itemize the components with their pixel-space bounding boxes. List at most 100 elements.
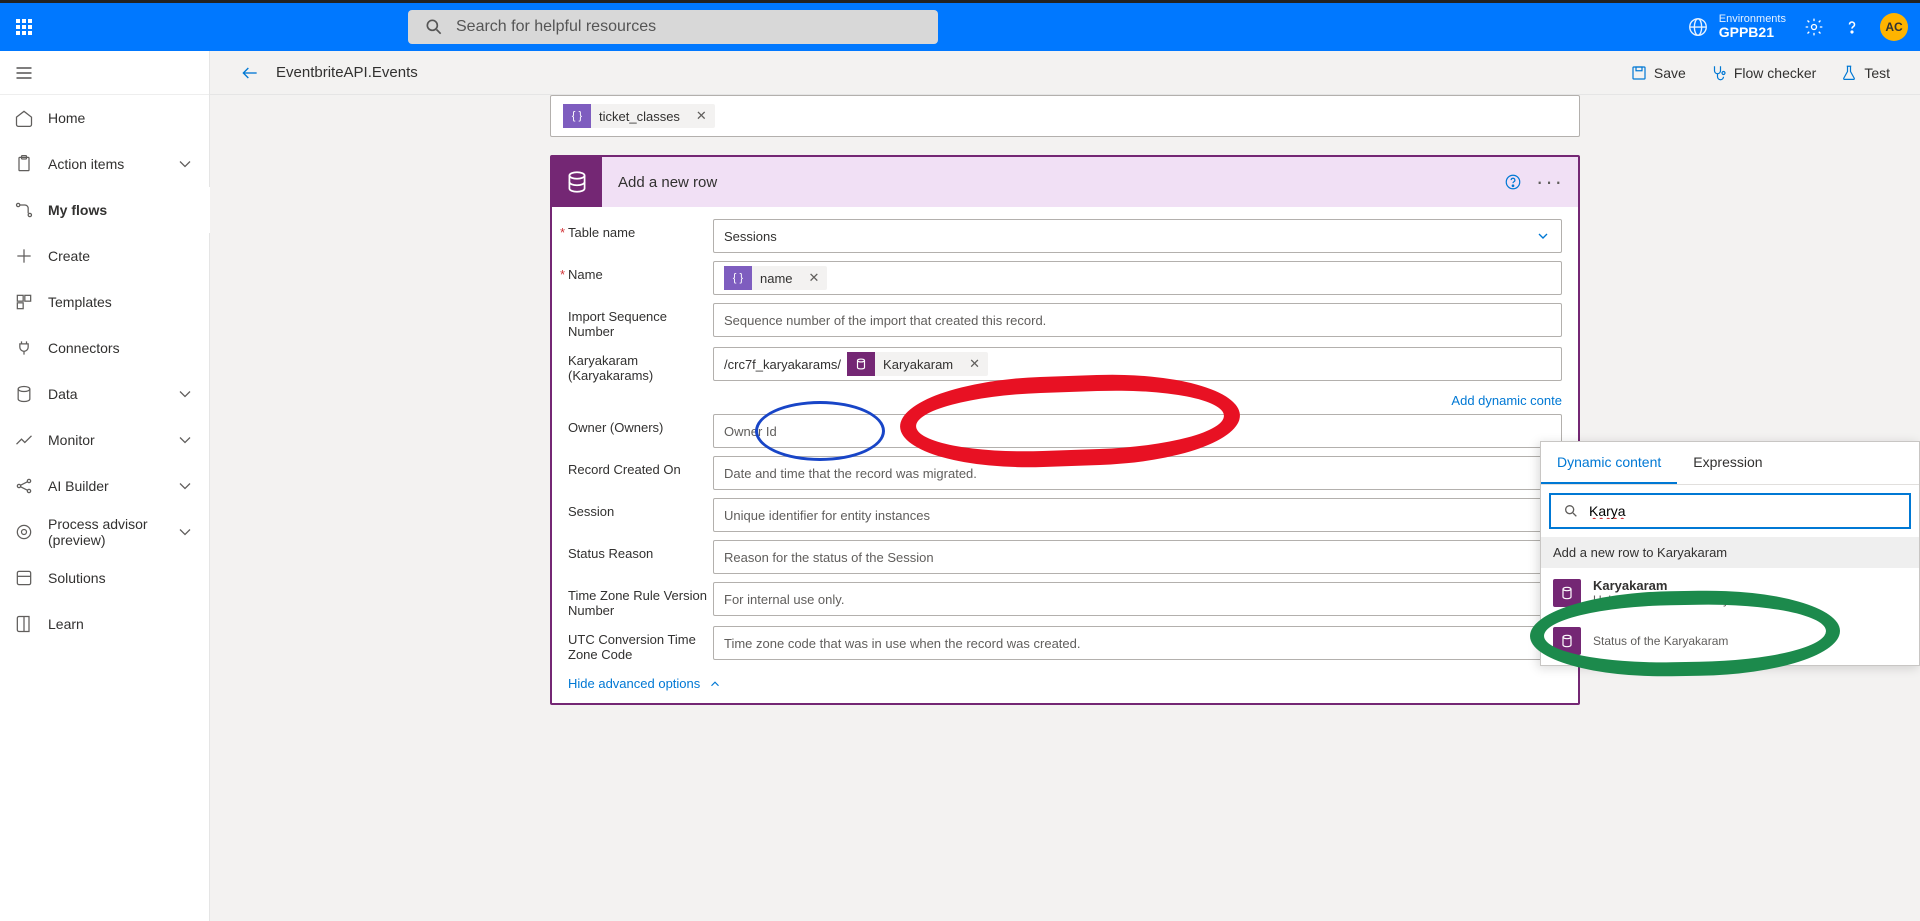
input-table-name[interactable]: Sessions xyxy=(713,219,1562,253)
global-header: Search for helpful resources Environment… xyxy=(0,3,1920,51)
breadcrumb: EventbriteAPI.Events xyxy=(276,64,418,81)
dataverse-icon xyxy=(1553,627,1581,655)
label-owner: Owner (Owners) xyxy=(568,414,713,435)
loop-token-icon: { } xyxy=(724,266,752,290)
label-record-created: Record Created On xyxy=(568,456,713,477)
chevron-down-icon xyxy=(175,476,195,496)
nav-connectors[interactable]: Connectors xyxy=(0,325,209,371)
nav-data[interactable]: Data xyxy=(0,371,209,417)
nav-collapse-button[interactable] xyxy=(0,51,209,95)
dc-item-status[interactable]: Status of the Karyakaram xyxy=(1541,617,1919,665)
remove-token-button[interactable]: ✕ xyxy=(688,108,715,124)
label-session: Session xyxy=(568,498,713,519)
input-owner[interactable]: Owner Id xyxy=(713,414,1562,448)
environment-label: Environments xyxy=(1719,13,1786,25)
input-utc[interactable]: Time zone code that was in use when the … xyxy=(713,626,1562,660)
label-import-seq: Import Sequence Number xyxy=(568,303,713,339)
chevron-down-icon xyxy=(175,430,195,450)
nav-ai-builder[interactable]: AI Builder xyxy=(0,463,209,509)
label-name: Name xyxy=(568,261,713,282)
loop-token-icon: { } xyxy=(563,104,591,128)
token-ticket-classes[interactable]: { } ticket_classes ✕ xyxy=(563,104,715,128)
action-card-add-row: Add a new row ··· Table name Sessions xyxy=(550,155,1580,705)
dataverse-icon xyxy=(552,157,602,207)
search-placeholder: Search for helpful resources xyxy=(456,18,656,36)
process-icon xyxy=(14,522,34,542)
action-menu-button[interactable]: ··· xyxy=(1536,169,1564,195)
nav-solutions[interactable]: Solutions xyxy=(0,555,209,601)
dc-section-header: Add a new row to Karyakaram xyxy=(1541,537,1919,568)
plus-icon xyxy=(14,246,34,266)
clipboard-icon xyxy=(14,154,34,174)
app-launcher-button[interactable] xyxy=(0,3,48,51)
help-circle-icon[interactable] xyxy=(1504,173,1522,191)
save-icon xyxy=(1630,64,1648,82)
ai-icon xyxy=(14,476,34,496)
home-icon xyxy=(14,108,34,128)
dc-item-karyakaram[interactable]: Karyakaram Unique identifier for entity … xyxy=(1541,568,1919,617)
nav-create[interactable]: Create xyxy=(0,233,209,279)
help-icon[interactable] xyxy=(1842,17,1862,37)
template-icon xyxy=(14,292,34,312)
environment-picker[interactable]: Environments GPPB21 xyxy=(1687,13,1786,40)
test-button[interactable]: Test xyxy=(1840,64,1890,82)
label-tz-rule: Time Zone Rule Version Number xyxy=(568,582,713,618)
dataverse-icon xyxy=(1553,579,1581,607)
dataverse-token-icon xyxy=(847,352,875,376)
search-icon xyxy=(424,17,444,37)
hamburger-icon xyxy=(14,63,34,83)
book-icon xyxy=(14,614,34,634)
previous-action-output: { } ticket_classes ✕ xyxy=(550,95,1580,137)
remove-token-button[interactable]: ✕ xyxy=(801,270,828,286)
input-import-seq[interactable]: Sequence number of the import that creat… xyxy=(713,303,1562,337)
nav-learn[interactable]: Learn xyxy=(0,601,209,647)
nav-my-flows[interactable]: My flows xyxy=(0,187,209,233)
stethoscope-icon xyxy=(1710,64,1728,82)
left-navigation: Home Action items My flows Create Templa… xyxy=(0,51,210,921)
hide-advanced-options-link[interactable]: Hide advanced options xyxy=(568,670,1562,693)
tab-expression[interactable]: Expression xyxy=(1677,442,1778,484)
add-dynamic-content-link[interactable]: Add dynamic conte xyxy=(568,391,1562,414)
nav-monitor[interactable]: Monitor xyxy=(0,417,209,463)
input-record-created[interactable]: Date and time that the record was migrat… xyxy=(713,456,1562,490)
chevron-down-icon xyxy=(175,384,195,404)
dynamic-content-search-input[interactable] xyxy=(1589,503,1897,519)
environment-name: GPPB21 xyxy=(1719,25,1786,40)
flask-icon xyxy=(1840,64,1858,82)
command-bar: EventbriteAPI.Events Save Flow checker T… xyxy=(210,51,1920,95)
chevron-down-icon xyxy=(175,154,195,174)
database-icon xyxy=(14,384,34,404)
chevron-up-icon xyxy=(708,677,722,691)
nav-action-items[interactable]: Action items xyxy=(0,141,209,187)
flow-checker-button[interactable]: Flow checker xyxy=(1710,64,1816,82)
chevron-down-icon xyxy=(175,522,195,542)
input-tz-rule[interactable]: For internal use only. xyxy=(713,582,1562,616)
chevron-down-icon xyxy=(1535,228,1551,244)
flow-icon xyxy=(14,200,34,220)
input-karyakaram[interactable]: /crc7f_karyakarams/ Karyakaram ✕ xyxy=(713,347,1562,381)
back-arrow-icon[interactable] xyxy=(240,63,260,83)
solutions-icon xyxy=(14,568,34,588)
connector-icon xyxy=(14,338,34,358)
dynamic-content-search[interactable] xyxy=(1549,493,1911,529)
save-button[interactable]: Save xyxy=(1630,64,1686,82)
action-title[interactable]: Add a new row xyxy=(618,174,717,191)
global-search[interactable]: Search for helpful resources xyxy=(408,10,938,44)
nav-templates[interactable]: Templates xyxy=(0,279,209,325)
globe-icon xyxy=(1687,16,1709,38)
settings-icon[interactable] xyxy=(1804,17,1824,37)
tab-dynamic-content[interactable]: Dynamic content xyxy=(1541,442,1677,484)
nav-process-advisor[interactable]: Process advisor (preview) xyxy=(0,509,209,555)
input-name[interactable]: { } name ✕ xyxy=(713,261,1562,295)
remove-token-button[interactable]: ✕ xyxy=(961,356,988,372)
nav-home[interactable]: Home xyxy=(0,95,209,141)
input-status-reason[interactable]: Reason for the status of the Session xyxy=(713,540,1562,574)
label-status-reason: Status Reason xyxy=(568,540,713,561)
input-session[interactable]: Unique identifier for entity instances xyxy=(713,498,1562,532)
monitor-icon xyxy=(14,430,34,450)
user-avatar[interactable]: AC xyxy=(1880,13,1908,41)
label-table-name: Table name xyxy=(568,219,713,240)
dynamic-content-panel: Dynamic content Expression Add a new row… xyxy=(1540,441,1920,666)
label-karyakaram: Karyakaram (Karyakarams) xyxy=(568,347,713,383)
search-icon xyxy=(1563,503,1579,519)
